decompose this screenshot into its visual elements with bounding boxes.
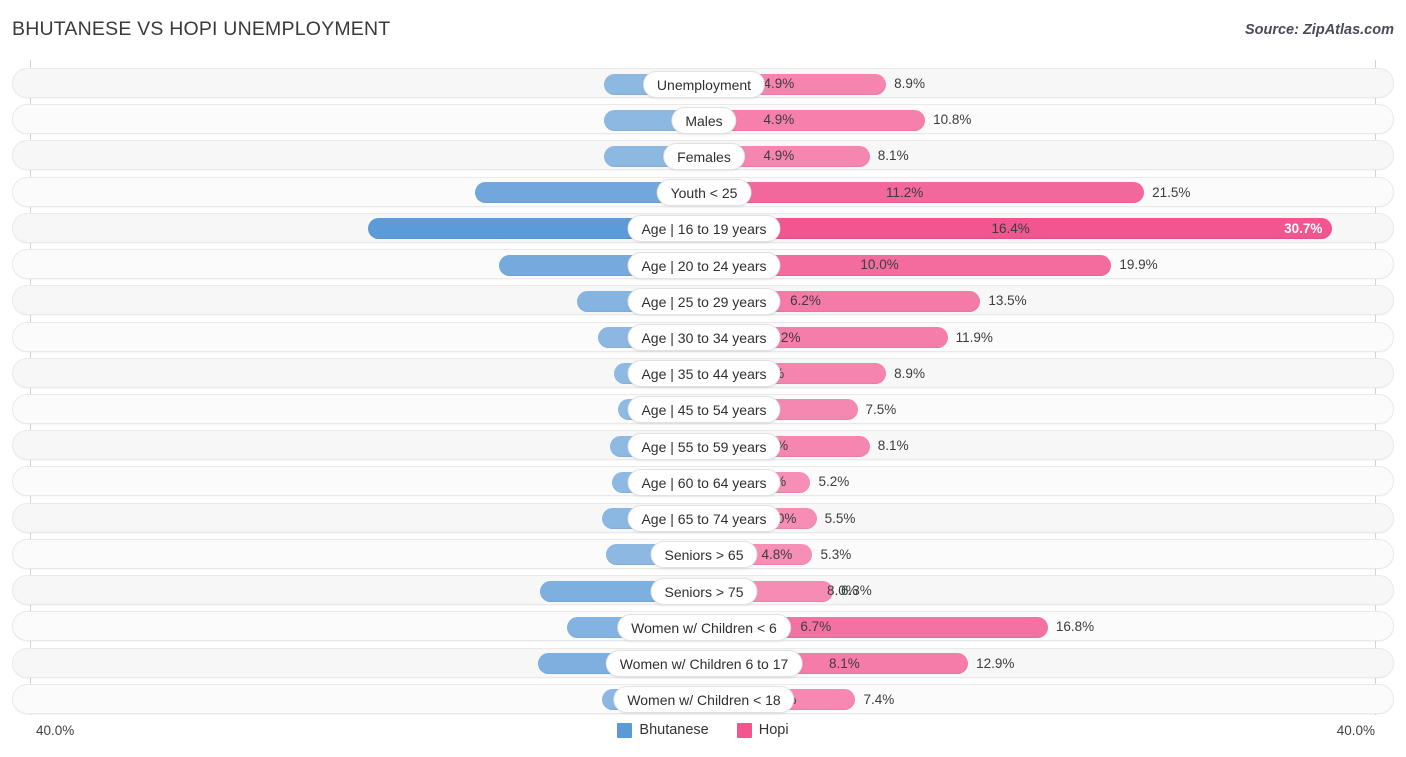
category-label: Unemployment	[642, 70, 766, 98]
value-label-hopi: 7.5%	[865, 401, 897, 417]
category-label: Age | 35 to 44 years	[627, 360, 781, 388]
value-label-hopi: 30.7%	[1284, 220, 1323, 236]
legend-label: Bhutanese	[639, 722, 709, 739]
chart-legend: Bhutanese Hopi	[0, 722, 1406, 738]
value-label-hopi: 5.5%	[824, 510, 856, 526]
chart-row: 4.4%8.9%Age | 35 to 44 years	[12, 357, 1394, 388]
legend-label: Hopi	[758, 722, 789, 739]
legend-item[interactable]: Bhutanese	[617, 722, 709, 739]
value-label-bhutanese: 4.9%	[763, 76, 795, 91]
chart-row: 11.2% 21.5% Youth < 25	[12, 176, 1394, 207]
category-label: Age | 60 to 64 years	[627, 468, 781, 496]
source-attribution: Source: ZipAtlas.com	[1244, 22, 1394, 38]
value-label-bhutanese: 11.2%	[885, 184, 924, 200]
category-label: Age | 25 to 29 years	[627, 287, 781, 315]
value-label-hopi: 6.3%	[840, 583, 872, 599]
category-label: Age | 20 to 24 years	[627, 251, 781, 279]
category-label: Youth < 25	[656, 179, 752, 207]
chart-row: 8.0% 6.3% Seniors > 75	[12, 575, 1394, 606]
value-label-bhutanese: 16.4%	[991, 220, 1030, 236]
value-label-hopi: 8.9%	[894, 76, 925, 91]
value-label-bhutanese: 8.1%	[829, 655, 860, 671]
category-label: Women w/ Children < 18	[613, 686, 795, 714]
chart-row: 4.8% 5.3% Seniors > 65	[12, 538, 1394, 569]
value-label-hopi: 12.9%	[976, 655, 1015, 671]
chart-header: BHUTANESE VS HOPI UNEMPLOYMENT Source: Z…	[0, 0, 1406, 60]
value-label-hopi: 5.3%	[820, 546, 852, 562]
value-label-hopi: 8.9%	[894, 365, 925, 381]
legend-item[interactable]: Hopi	[736, 722, 789, 739]
chart-row: 6.2% 13.5% Age | 25 to 29 years	[12, 285, 1394, 316]
chart-row: 4.6%8.1%Age | 55 to 59 years	[12, 430, 1394, 461]
value-label-bhutanese: 4.9%	[763, 148, 795, 164]
category-label: Age | 45 to 54 years	[627, 396, 781, 424]
chart-row: 5.0% 5.5% Age | 65 to 74 years	[12, 502, 1394, 533]
chart-row: 4.2%7.5%Age | 45 to 54 years	[12, 393, 1394, 424]
category-label: Age | 30 to 34 years	[627, 324, 781, 352]
chart-row: 4.5%5.2%Age | 60 to 64 years	[12, 466, 1394, 497]
value-label-hopi: 19.9%	[1119, 257, 1158, 273]
value-label-bhutanese: 6.7%	[800, 619, 832, 635]
value-label-hopi: 21.5%	[1152, 184, 1191, 200]
value-label-bhutanese: 4.9%	[763, 112, 795, 128]
chart-row: 6.7% 16.8% Women w/ Children < 6	[12, 611, 1394, 642]
value-label-hopi: 7.4%	[863, 691, 895, 707]
category-label: Age | 55 to 59 years	[627, 432, 781, 460]
chart-row: 4.9% 10.8% Males	[12, 104, 1394, 135]
bar-hopi	[704, 109, 926, 131]
legend-swatch	[736, 722, 752, 738]
value-label-hopi: 5.2%	[818, 474, 850, 490]
value-label-bhutanese: 10.0%	[860, 257, 899, 273]
chart-row: 4.9% 8.1% Females	[12, 140, 1394, 171]
chart-footer: 40.0% 40.0% Bhutanese Hopi	[0, 715, 1406, 757]
page-title: BHUTANESE VS HOPI UNEMPLOYMENT	[12, 18, 391, 40]
value-label-hopi: 13.5%	[988, 293, 1027, 309]
value-label-hopi: 16.8%	[1055, 619, 1095, 635]
category-label: Seniors > 65	[650, 541, 758, 569]
category-label: Age | 65 to 74 years	[627, 505, 781, 533]
category-label: Seniors > 75	[650, 577, 758, 605]
category-label: Age | 16 to 19 years	[627, 215, 781, 243]
value-label-hopi: 8.1%	[877, 438, 909, 454]
value-label-bhutanese: 4.8%	[761, 546, 793, 562]
value-label-hopi: 8.1%	[877, 148, 909, 164]
chart-plot-area: 4.9% 8.9% Unemployment 4.9% 10.8% Males 4.9% 8.…	[0, 60, 1406, 720]
chart-row: 8.1% 12.9% Women w/ Children 6 to 17	[12, 647, 1394, 678]
chart-row: 4.9% 8.9% Unemployment	[12, 68, 1394, 98]
value-label-hopi: 10.8%	[933, 112, 972, 128]
category-label: Women w/ Children < 6	[617, 613, 791, 641]
bar-hopi	[704, 182, 1145, 204]
category-label: Males	[671, 106, 737, 134]
value-label-hopi: 11.9%	[955, 329, 993, 345]
chart-row: 10.0% 19.9% Age | 20 to 24 years	[12, 249, 1394, 280]
chart-row: 5.2% 11.9% Age | 30 to 34 years	[12, 321, 1394, 352]
chart-row: 5.0%7.4%Women w/ Children < 18	[12, 683, 1394, 714]
value-label-bhutanese: 6.2%	[790, 293, 821, 309]
category-label: Females	[663, 142, 745, 170]
chart-row: 16.4% 30.7% Age | 16 to 19 years	[12, 212, 1394, 243]
category-label: Women w/ Children 6 to 17	[605, 650, 803, 678]
legend-swatch	[617, 722, 633, 738]
